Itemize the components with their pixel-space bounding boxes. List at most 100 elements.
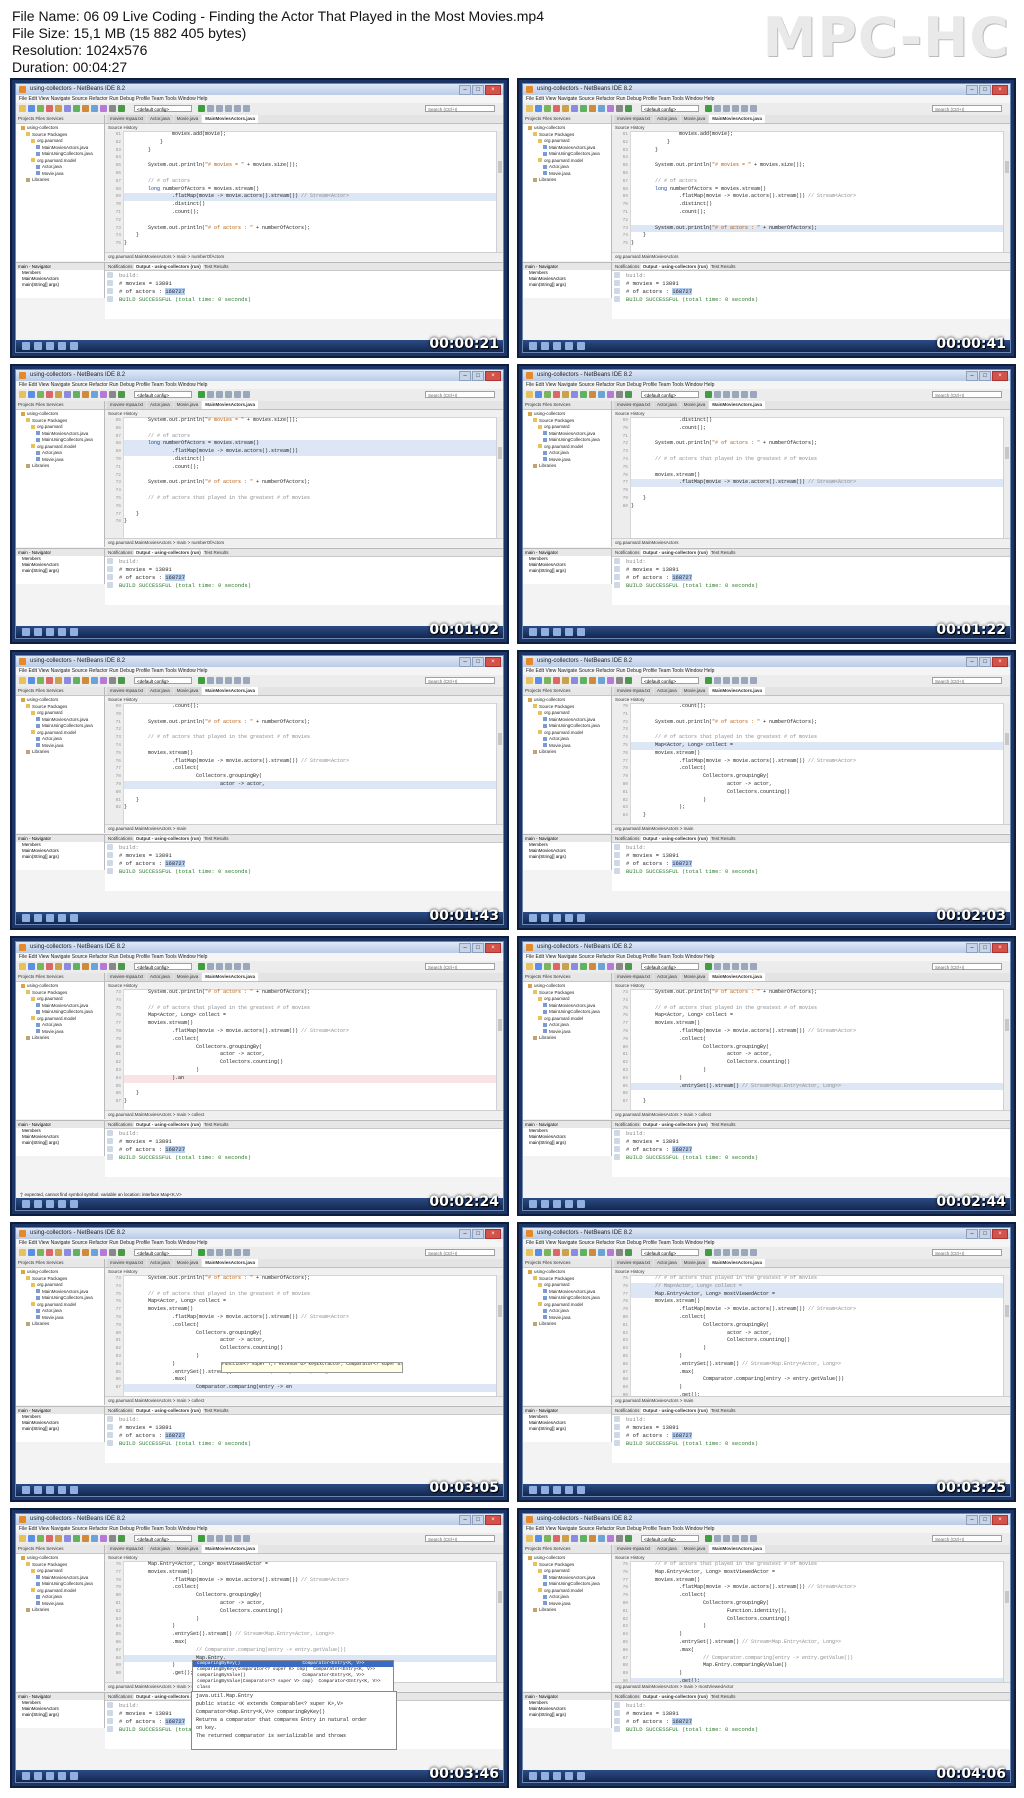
toolbar-button-icon[interactable]	[598, 105, 605, 112]
config-select[interactable]: <default config>	[134, 1535, 192, 1542]
tab-notifications[interactable]: Notifications	[108, 1122, 133, 1127]
tab-test-results[interactable]: Test Results	[204, 1408, 229, 1413]
taskbar-icon[interactable]	[22, 1486, 30, 1494]
toolbar-button-icon[interactable]	[571, 105, 578, 112]
toolbar-button-icon[interactable]	[64, 963, 71, 970]
output-action-icon[interactable]	[107, 852, 113, 858]
toolbar-button-icon[interactable]	[109, 963, 116, 970]
toolbar-button-icon[interactable]	[562, 1249, 569, 1256]
toolbar-button-icon[interactable]	[535, 963, 542, 970]
toolbar-button-icon[interactable]	[625, 677, 632, 684]
run-toolbar-icon[interactable]	[714, 963, 721, 970]
editor-tab[interactable]: Actor.java	[654, 401, 680, 409]
toolbar-button-icon[interactable]	[589, 1535, 596, 1542]
navigator-item[interactable]: main(String[] args)	[16, 1140, 104, 1146]
project-tree-item[interactable]: Libraries	[16, 1035, 104, 1042]
breadcrumb[interactable]: org.paumard.MainMoviesActors > main > co…	[612, 1110, 1010, 1119]
run-toolbar-icon[interactable]	[207, 1535, 214, 1542]
menu-bar[interactable]: File Edit View Navigate Source Refactor …	[16, 381, 503, 389]
toolbar-button-icon[interactable]	[607, 1249, 614, 1256]
taskbar-icon[interactable]	[541, 914, 549, 922]
editor-tab[interactable]: movies-mpaa.txt	[614, 687, 654, 695]
taskbar-icon[interactable]	[553, 342, 561, 350]
breadcrumb[interactable]: org.paumard.MainMoviesActors > main > mo…	[612, 1682, 1010, 1691]
run-toolbar-icon[interactable]	[243, 1249, 250, 1256]
run-toolbar-icon[interactable]	[732, 963, 739, 970]
toolbar-button-icon[interactable]	[562, 677, 569, 684]
toolbar-button-icon[interactable]	[598, 1249, 605, 1256]
close-button[interactable]: ×	[992, 943, 1008, 953]
config-select[interactable]: <default config>	[134, 963, 192, 970]
editor-scrollbar[interactable]	[496, 131, 503, 252]
toolbar-button-icon[interactable]	[625, 1535, 632, 1542]
run-toolbar-icon[interactable]	[243, 1535, 250, 1542]
scroll-thumb[interactable]	[1005, 161, 1009, 173]
editor-tab[interactable]: MainMoviesActors.java	[709, 973, 766, 981]
toolbar-button-icon[interactable]	[571, 677, 578, 684]
tab-notifications[interactable]: Notifications	[108, 550, 133, 555]
video-thumbnail[interactable]: using-collectors - NetBeans IDE 8.2 – □ × Fi…	[10, 1222, 509, 1502]
run-toolbar-icon[interactable]	[732, 391, 739, 398]
taskbar-icon[interactable]	[553, 1200, 561, 1208]
run-toolbar-icon[interactable]	[714, 1535, 721, 1542]
maximize-button[interactable]: □	[979, 1229, 991, 1239]
run-toolbar-icon[interactable]	[198, 105, 205, 112]
editor-tab[interactable]: MainMoviesActors.java	[709, 1545, 766, 1553]
output-action-icon[interactable]	[614, 1702, 620, 1708]
toolbar-button-icon[interactable]	[73, 105, 80, 112]
output-action-icon[interactable]	[614, 1154, 620, 1160]
menu-bar[interactable]: File Edit View Navigate Source Refactor …	[523, 95, 1010, 103]
breadcrumb[interactable]: org.paumard.MainMoviesActors > main > nu…	[105, 252, 503, 261]
code-area[interactable]: 61 movies.add(movie); 62 } 63 } 64 65 System…	[105, 131, 497, 252]
toolbar-button-icon[interactable]	[37, 1249, 44, 1256]
editor-tab[interactable]: movies-mpaa.txt	[107, 1259, 147, 1267]
output-action-icon[interactable]	[614, 1146, 620, 1152]
toolbar-button-icon[interactable]	[526, 1249, 533, 1256]
toolbar-button-icon[interactable]	[580, 963, 587, 970]
toolbar-button-icon[interactable]	[526, 1535, 533, 1542]
toolbar-button-icon[interactable]	[589, 391, 596, 398]
taskbar-icon[interactable]	[22, 342, 30, 350]
run-toolbar-icon[interactable]	[714, 677, 721, 684]
toolbar-button-icon[interactable]	[544, 963, 551, 970]
minimize-button[interactable]: –	[966, 1515, 978, 1525]
output-action-icon[interactable]	[614, 280, 620, 286]
close-button[interactable]: ×	[485, 371, 501, 381]
taskbar-icon[interactable]	[541, 628, 549, 636]
tab-output-run[interactable]: Output - using-collectors (run)	[640, 1122, 710, 1127]
editor-tab[interactable]: Actor.java	[654, 1259, 680, 1267]
output-action-icon[interactable]	[107, 1154, 113, 1160]
minimize-button[interactable]: –	[459, 657, 471, 667]
output-action-icon[interactable]	[107, 1130, 113, 1136]
output-action-icon[interactable]	[614, 288, 620, 294]
output-action-icon[interactable]	[614, 558, 620, 564]
video-thumbnail[interactable]: using-collectors - NetBeans IDE 8.2 – □ × Fi…	[517, 650, 1016, 930]
close-button[interactable]: ×	[485, 1229, 501, 1239]
editor-scrollbar[interactable]	[1003, 1561, 1010, 1682]
taskbar-icon[interactable]	[553, 628, 561, 636]
tab-test-results[interactable]: Test Results	[204, 836, 229, 841]
menu-bar[interactable]: File Edit View Navigate Source Refactor …	[16, 1525, 503, 1533]
editor-tab[interactable]: movies-mpaa.txt	[614, 1545, 654, 1553]
tab-notifications[interactable]: Notifications	[108, 836, 133, 841]
toolbar-button-icon[interactable]	[607, 677, 614, 684]
toolbar-button-icon[interactable]	[55, 677, 62, 684]
toolbar-button-icon[interactable]	[100, 105, 107, 112]
toolbar-button-icon[interactable]	[553, 1535, 560, 1542]
close-button[interactable]: ×	[992, 1515, 1008, 1525]
editor-scrollbar[interactable]	[1003, 417, 1010, 538]
minimize-button[interactable]: –	[459, 1229, 471, 1239]
editor-tab[interactable]: Actor.java	[147, 973, 173, 981]
output-action-icon[interactable]	[107, 566, 113, 572]
run-toolbar-icon[interactable]	[207, 1249, 214, 1256]
tab-output-run[interactable]: Output - using-collectors (run)	[133, 264, 203, 269]
project-tree-item[interactable]: Libraries	[16, 1607, 104, 1614]
tab-notifications[interactable]: Notifications	[108, 1694, 133, 1699]
config-select[interactable]: <default config>	[134, 677, 192, 684]
search-input[interactable]: Search (Ctrl+I)	[932, 677, 1002, 684]
editor-tab[interactable]: Actor.java	[147, 687, 173, 695]
editor-tab[interactable]: Movie.java	[173, 687, 202, 695]
config-select[interactable]: <default config>	[641, 105, 699, 112]
toolbar-button-icon[interactable]	[82, 677, 89, 684]
project-tabs[interactable]: Projects Files Services	[16, 687, 104, 696]
